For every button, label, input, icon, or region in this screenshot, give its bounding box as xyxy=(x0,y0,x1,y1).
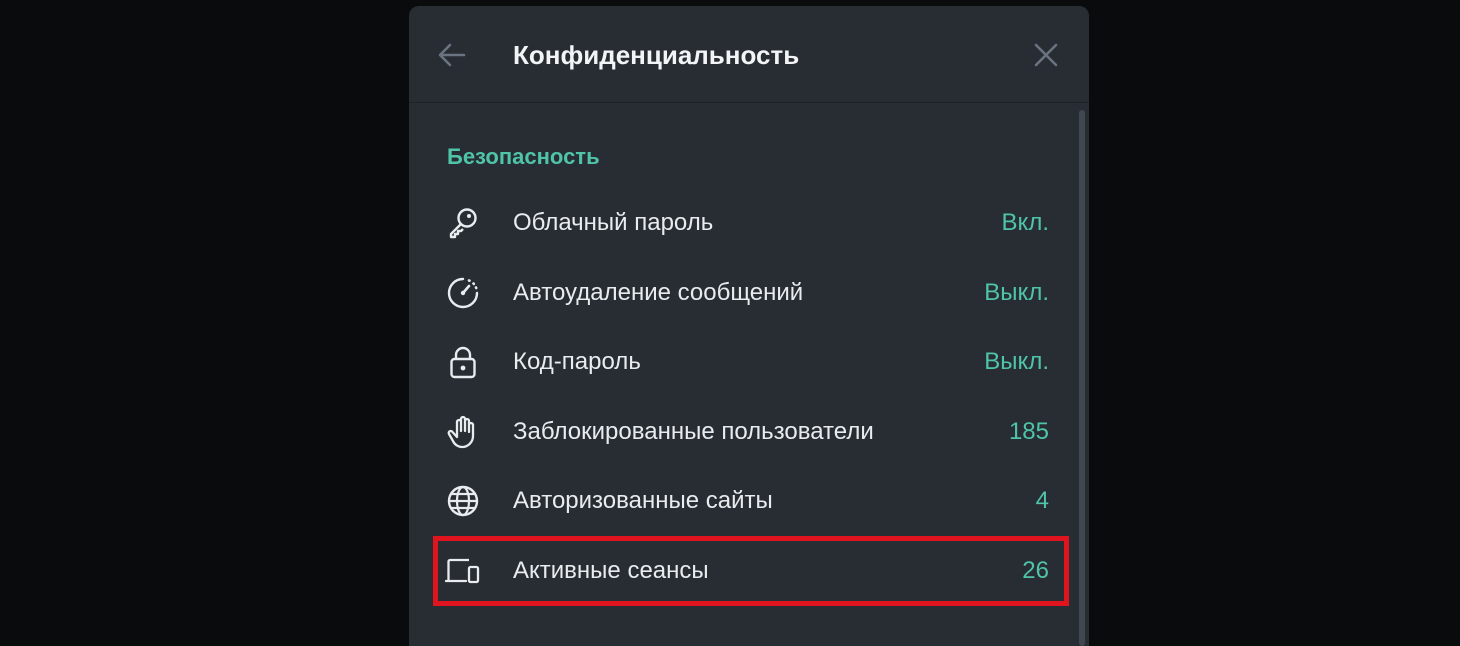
privacy-dialog: Конфиденциальность Безопасность Облачный… xyxy=(409,6,1089,646)
row-passcode[interactable]: Код-пароль Выкл. xyxy=(435,330,1063,394)
key-icon xyxy=(445,205,481,241)
row-label: Облачный пароль xyxy=(513,209,714,236)
scrollbar[interactable] xyxy=(1079,110,1085,646)
back-button[interactable] xyxy=(435,38,469,72)
row-value: Выкл. xyxy=(984,279,1049,306)
row-auto-delete[interactable]: Автоудаление сообщений Выкл. xyxy=(435,261,1063,325)
row-label: Активные сеансы xyxy=(513,557,709,584)
row-label: Авторизованные сайты xyxy=(513,487,773,514)
row-value: 185 xyxy=(1008,418,1049,445)
row-value: 26 xyxy=(1022,557,1049,584)
close-button[interactable] xyxy=(1029,38,1063,72)
hand-icon xyxy=(445,414,481,450)
dialog-title: Конфиденциальность xyxy=(513,40,800,70)
timer-icon xyxy=(445,275,481,311)
row-blocked-users[interactable]: Заблокированные пользователи 185 xyxy=(435,400,1063,464)
row-label: Заблокированные пользователи xyxy=(513,418,874,445)
dialog-header: Конфиденциальность xyxy=(409,6,1089,103)
arrow-left-icon xyxy=(438,43,466,67)
lock-icon xyxy=(445,344,481,380)
row-value: Выкл. xyxy=(984,348,1049,375)
globe-icon xyxy=(445,483,481,519)
section-title-security: Безопасность xyxy=(447,144,600,169)
devices-icon xyxy=(445,553,481,589)
row-label: Автоудаление сообщений xyxy=(513,279,804,306)
row-label: Код-пароль xyxy=(513,348,641,375)
row-active-sessions[interactable]: Активные сеансы 26 xyxy=(435,539,1063,603)
row-value: Вкл. xyxy=(1001,209,1049,236)
row-cloud-password[interactable]: Облачный пароль Вкл. xyxy=(435,191,1063,255)
close-icon xyxy=(1034,43,1058,67)
row-value: 4 xyxy=(1035,487,1049,514)
row-authorized-websites[interactable]: Авторизованные сайты 4 xyxy=(435,469,1063,533)
